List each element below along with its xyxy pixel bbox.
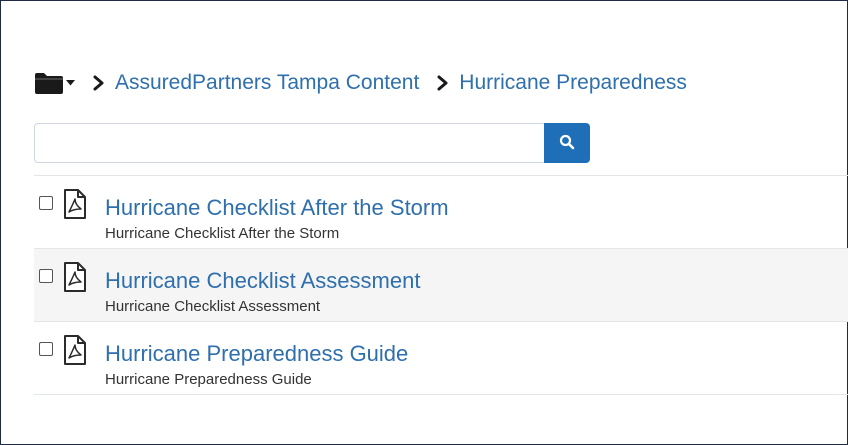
folder-icon — [34, 71, 64, 95]
breadcrumb: AssuredPartners Tampa Content Hurricane … — [34, 65, 687, 101]
search-button[interactable] — [544, 123, 590, 163]
pdf-icon — [63, 334, 87, 371]
document-description: Hurricane Preparedness Guide — [105, 371, 312, 388]
search-input[interactable] — [34, 123, 544, 163]
document-title-link[interactable]: Hurricane Checklist After the Storm — [105, 195, 449, 221]
document-title-link[interactable]: Hurricane Checklist Assessment — [105, 268, 420, 294]
caret-down-icon — [66, 80, 75, 86]
folder-menu-button[interactable] — [34, 71, 75, 95]
search-icon — [559, 134, 575, 153]
list-item: Hurricane Preparedness Guide Hurricane P… — [34, 322, 848, 395]
list-item: Hurricane Checklist After the Storm Hurr… — [34, 176, 848, 249]
pdf-icon — [63, 261, 87, 298]
breadcrumb-link-tampa-content[interactable]: AssuredPartners Tampa Content — [115, 71, 419, 95]
select-checkbox[interactable] — [39, 196, 53, 210]
select-checkbox[interactable] — [39, 342, 53, 356]
document-description: Hurricane Checklist After the Storm — [105, 225, 340, 242]
document-list: Hurricane Checklist After the Storm Hurr… — [34, 175, 848, 395]
search-bar — [34, 123, 590, 163]
document-title-link[interactable]: Hurricane Preparedness Guide — [105, 341, 408, 367]
select-checkbox[interactable] — [39, 269, 53, 283]
document-description: Hurricane Checklist Assessment — [105, 298, 321, 315]
chevron-right-icon — [93, 75, 105, 91]
breadcrumb-link-hurricane-preparedness[interactable]: Hurricane Preparedness — [459, 71, 687, 95]
chevron-right-icon — [437, 75, 449, 91]
pdf-icon — [63, 188, 87, 225]
list-item: Hurricane Checklist Assessment Hurricane… — [34, 249, 848, 322]
document-browser: AssuredPartners Tampa Content Hurricane … — [0, 0, 848, 445]
